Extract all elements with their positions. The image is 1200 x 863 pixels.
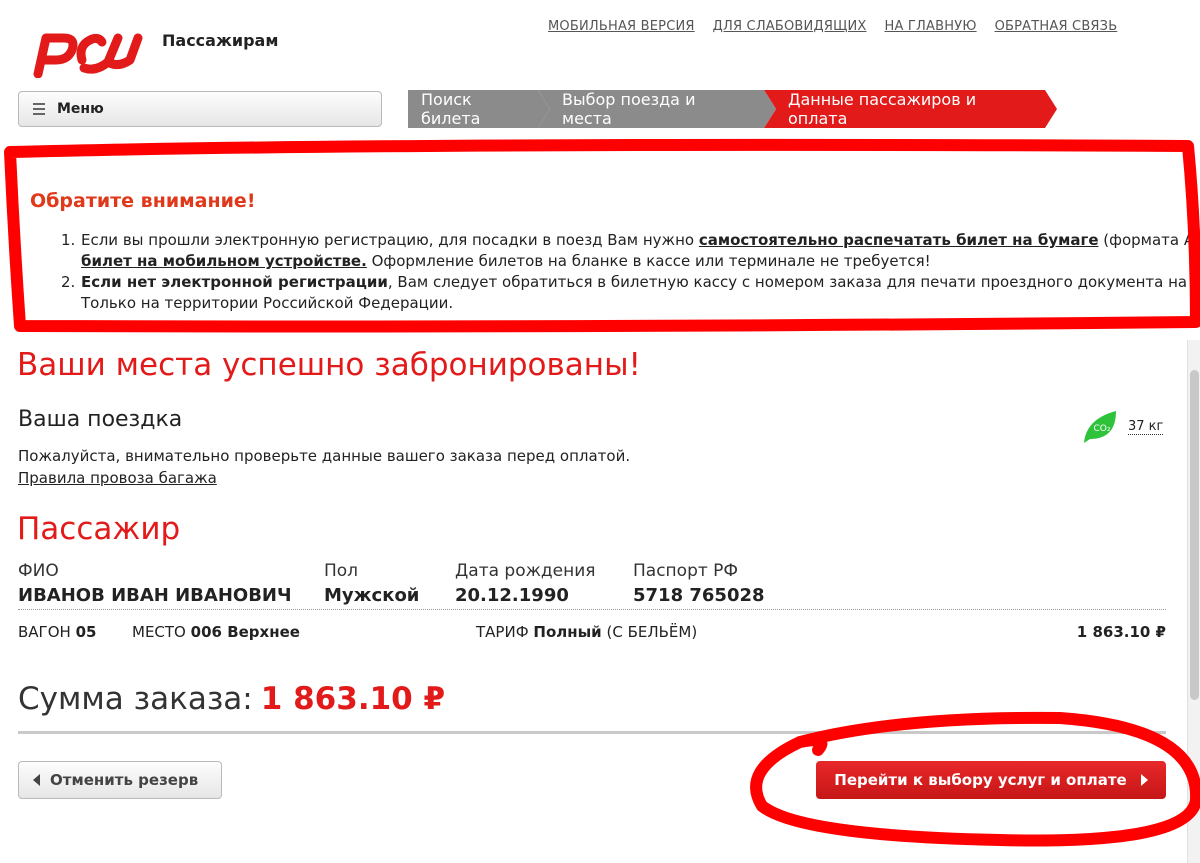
booking-steps: Поиск билета Выбор поезда и места Данные…	[408, 90, 1057, 128]
co2-leaf-label: CO₂	[1094, 424, 1111, 434]
passenger-section-title: Пассажир	[17, 511, 181, 547]
step-search[interactable]: Поиск билета	[408, 90, 550, 128]
cancel-reservation-button[interactable]: Отменить резерв	[18, 761, 222, 799]
step-train-seat[interactable]: Выбор поезда и места	[538, 90, 776, 128]
order-total-value: 1 863.10 ₽	[260, 681, 446, 717]
passenger-name-field: ФИО ИВАНОВ ИВАН ИВАНОВИЧ	[18, 561, 292, 606]
order-total-label: Сумма заказа:	[18, 681, 253, 717]
seat-info: МЕСТО 006 Верхнее	[132, 623, 300, 641]
co2-value: 37 кг	[1128, 419, 1164, 435]
arrow-left-icon	[33, 774, 40, 786]
rzd-logo[interactable]	[26, 24, 146, 78]
feedback-link[interactable]: ОБРАТНАЯ СВЯЗЬ	[995, 19, 1118, 34]
arrow-right-icon	[1140, 774, 1148, 786]
notice-item-1: 1. Если вы прошли электронную регистрацию…	[61, 231, 1200, 270]
page-scrollbar[interactable]	[1187, 340, 1200, 863]
car-info: ВАГОН 05	[18, 623, 97, 641]
trip-note: Пожалуйста, внимательно проверьте данные…	[18, 447, 631, 465]
menu-label: Меню	[57, 101, 104, 117]
proceed-to-payment-button[interactable]: Перейти к выбору услуг и оплате	[816, 761, 1166, 799]
tariff-info: ТАРИФ Полный (С БЕЛЬЁМ)	[476, 623, 698, 641]
home-link[interactable]: НА ГЛАВНУЮ	[885, 19, 977, 34]
notice-list: 1. Если вы прошли электронную регистрацию…	[61, 230, 1200, 314]
passenger-birthdate-field: Дата рождения 20.12.1990	[455, 561, 596, 606]
notice-item-2: 2. Если нет электронной регистрации, Вам …	[61, 273, 1200, 312]
menu-button[interactable]: Меню	[18, 91, 382, 127]
dotted-divider	[18, 609, 1166, 610]
hamburger-icon	[33, 103, 45, 115]
co2-indicator[interactable]: CO₂ 37 кг	[1082, 409, 1164, 445]
success-title: Ваши места успешно забронированы!	[17, 347, 641, 383]
top-links: МОБИЛЬНАЯ ВЕРСИЯ ДЛЯ СЛАБОВИДЯЩИХ НА ГЛА…	[548, 19, 1117, 34]
brand-caption: Пассажирам	[162, 31, 279, 50]
step-passenger-payment: Данные пассажиров и оплата	[764, 90, 1057, 128]
seat-price: 1 863.10 ₽	[1076, 623, 1166, 641]
baggage-rules-link[interactable]: Правила провоза багажа	[18, 469, 217, 487]
mobile-version-link[interactable]: МОБИЛЬНАЯ ВЕРСИЯ	[548, 19, 695, 34]
passenger-gender-field: Пол Мужской	[324, 561, 420, 606]
order-total: Сумма заказа: 1 863.10 ₽	[18, 681, 445, 717]
total-divider	[18, 731, 1166, 734]
notice-box: Обратите внимание! 1. Если вы прошли элек…	[0, 150, 1200, 330]
divider	[18, 325, 1200, 326]
passenger-passport-field: Паспорт РФ 5718 765028	[633, 561, 765, 606]
scrollbar-thumb[interactable]	[1190, 370, 1199, 700]
accessibility-link[interactable]: ДЛЯ СЛАБОВИДЯЩИХ	[713, 19, 867, 34]
trip-title: Ваша поездка	[18, 407, 183, 432]
co2-leaf-icon: CO₂	[1084, 411, 1116, 443]
notice-title: Обратите внимание!	[30, 190, 256, 212]
